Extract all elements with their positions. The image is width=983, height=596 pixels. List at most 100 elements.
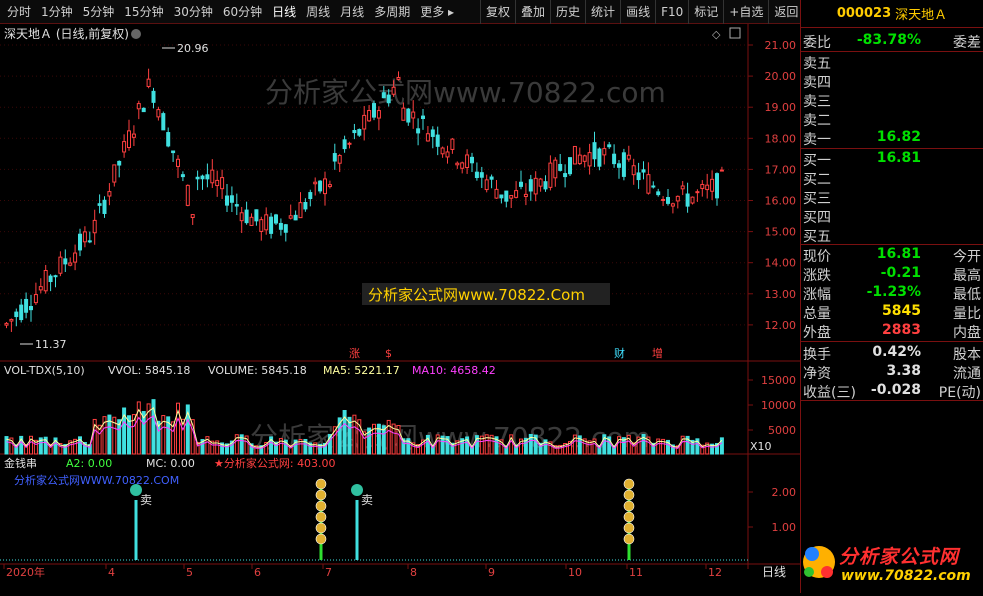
chart-area[interactable]: 分析家公式网www.70822.com 分析家公式网www.70822.com … [0, 24, 800, 593]
candle-body [73, 252, 78, 263]
candle-body [705, 184, 710, 191]
function-tab-5[interactable]: F10 [655, 0, 688, 24]
candle-body [411, 111, 416, 119]
ma5-value: MA5: 5221.17 [323, 364, 400, 377]
stat-row-0-value: 16.81 [876, 246, 921, 262]
period-tab-3[interactable]: 15分钟 [119, 0, 168, 24]
period-tab-2[interactable]: 5分钟 [78, 0, 120, 24]
period-tab-7[interactable]: 周线 [301, 0, 335, 24]
candle-body [680, 185, 685, 190]
function-tab-8[interactable]: 返回 [768, 0, 803, 24]
candle-body [568, 157, 572, 175]
ask-row-3-label: 卖二 [803, 113, 831, 129]
price-tick: 13.00 [765, 288, 797, 301]
period-tab-4[interactable]: 30分钟 [169, 0, 218, 24]
indicator-site: 分析家公式网WWW.70822.COM [14, 473, 179, 487]
period-tab-9[interactable]: 多周期 [369, 0, 415, 24]
candle-body [372, 103, 376, 118]
candle-body [352, 130, 357, 134]
function-tab-0[interactable]: 复权 [480, 0, 515, 24]
candle-body [33, 294, 38, 304]
stat-row-2-label: 涨幅 [803, 287, 831, 303]
candle-body [651, 185, 656, 188]
bid-row-0: 买一 16.81 [803, 150, 981, 169]
divider [801, 244, 983, 245]
candle-body [14, 311, 19, 318]
function-tab-3[interactable]: 统计 [585, 0, 620, 24]
x-tick: 2020年 [6, 565, 45, 579]
period-tab-5[interactable]: 60分钟 [218, 0, 267, 24]
divider [801, 341, 983, 342]
candle-body [533, 177, 538, 195]
event-marker[interactable]: 增 [652, 346, 663, 360]
stat-row-2: 涨幅 -1.23% 最低 [803, 284, 981, 303]
indicator-star: ★分析家公式网: 403.00 [214, 456, 336, 470]
kline-chart-svg[interactable]: 分析家公式网www.70822.com 分析家公式网www.70822.com … [0, 24, 800, 593]
event-marker[interactable]: 涨 [349, 347, 360, 360]
event-marker[interactable]: $ [385, 347, 392, 360]
candle-body [519, 181, 523, 187]
candle-body [288, 215, 293, 219]
diamond-icon[interactable]: ◇ [712, 28, 721, 41]
stat2-row-0: 换手 0.42% 股本 [803, 344, 981, 363]
candle-body [323, 178, 327, 195]
logo-star-icon [803, 546, 835, 578]
candle-body [308, 192, 313, 200]
stat2-row-1: 净资 3.38 流通 [803, 363, 981, 382]
candle-body [484, 179, 489, 191]
period-tab-6[interactable]: 日线 [267, 0, 301, 24]
candle-body [278, 222, 283, 230]
candle-body [499, 194, 504, 199]
candle-body [161, 113, 166, 131]
bid-row-3: 买四 [803, 207, 981, 226]
ask-row-4-label: 卖一 [803, 132, 831, 148]
candle-body [48, 275, 53, 283]
candle-body [269, 216, 274, 234]
period-tab-8[interactable]: 月线 [335, 0, 369, 24]
x-tick: 5 [186, 566, 193, 579]
candle-body [558, 163, 563, 171]
candle-body [9, 318, 14, 322]
candle-body [225, 195, 229, 206]
function-tab-1[interactable]: 叠加 [515, 0, 550, 24]
candle-body [425, 133, 430, 142]
candle-body [92, 219, 97, 234]
event-marker[interactable]: 财 [614, 346, 625, 360]
candle-body [450, 138, 455, 150]
candle-body [381, 92, 386, 99]
x-tick: 8 [410, 566, 417, 579]
candle-body [685, 193, 690, 207]
candle-body [131, 133, 136, 138]
candle-body [460, 162, 465, 169]
period-tab-10[interactable]: 更多 ▸ [415, 0, 459, 24]
candle-body [646, 174, 651, 194]
watermark-box: 分析家公式网www.70822.Com [368, 286, 585, 304]
candle-body [612, 153, 617, 165]
period-tab-0[interactable]: 分时 [2, 0, 36, 24]
candle-body [136, 103, 141, 110]
ask-row-4-value: 16.82 [876, 129, 921, 145]
stat2-row-1-label2: 流通 [953, 366, 981, 382]
candle-body [700, 183, 705, 189]
period-label: 日线 [762, 565, 786, 579]
coin-icon [623, 478, 635, 490]
stat-row-0: 现价 16.81 今开 [803, 246, 981, 265]
candle-body [656, 191, 661, 196]
stat-row-4-label: 外盘 [803, 325, 831, 341]
stat2-row-0-label2: 股本 [953, 347, 981, 363]
period-tab-1[interactable]: 1分钟 [36, 0, 78, 24]
function-tab-6[interactable]: 标记 [688, 0, 723, 24]
candle-body [293, 214, 298, 221]
function-tab-7[interactable]: +自选 [723, 0, 768, 24]
candle-body [29, 306, 33, 311]
candle-body [509, 195, 514, 199]
dropdown-icon[interactable] [131, 29, 141, 39]
candle-body [244, 209, 249, 224]
bid-row-2: 买三 [803, 188, 981, 207]
candle-body [24, 298, 29, 313]
candle-body [274, 214, 278, 224]
function-tab-4[interactable]: 画线 [620, 0, 655, 24]
candle-body [107, 191, 112, 197]
candle-body [205, 174, 210, 180]
function-tab-2[interactable]: 历史 [550, 0, 585, 24]
